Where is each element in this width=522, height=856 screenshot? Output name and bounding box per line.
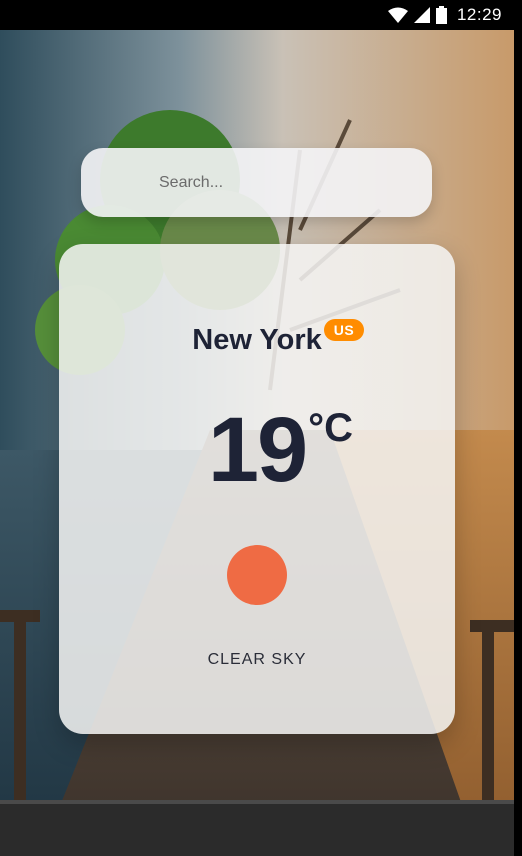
cellular-signal-icon <box>413 7 430 23</box>
search-bar[interactable] <box>81 148 432 217</box>
temperature-row: 19 °C <box>59 404 455 496</box>
temperature-unit: °C <box>308 406 354 450</box>
status-time: 12:29 <box>456 5 502 24</box>
temperature-value: 19 <box>207 399 308 501</box>
search-input[interactable] <box>159 173 399 192</box>
status-bar: 12:29 <box>0 0 514 30</box>
sun-icon <box>227 545 287 605</box>
battery-icon <box>435 6 447 24</box>
weather-card: New York US 19 °C CLEAR SKY <box>59 244 455 734</box>
location-row: New York US <box>59 319 455 357</box>
app-screen: 12:29 New York US 19 °C CLEAR SKY <box>0 0 514 856</box>
weather-condition: CLEAR SKY <box>207 651 307 668</box>
city-name: New York <box>192 324 322 356</box>
wifi-icon <box>387 7 408 23</box>
country-badge: US <box>323 319 365 341</box>
